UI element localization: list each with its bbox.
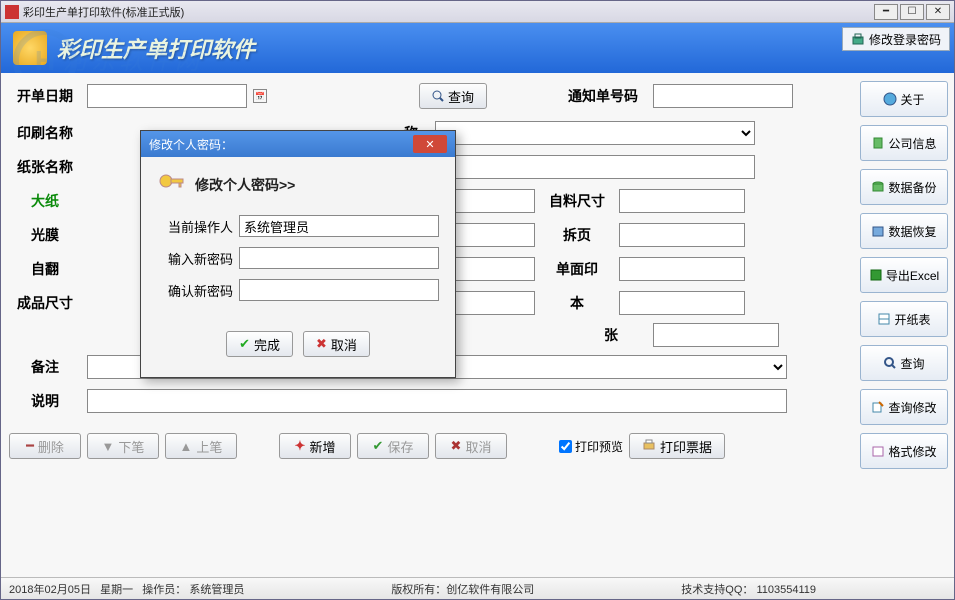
backup-button[interactable]: 数据备份 (860, 169, 948, 205)
calendar-icon[interactable]: 📅 (253, 89, 267, 103)
dialog-ok-button[interactable]: ✔完成 (226, 331, 293, 357)
restore-icon (871, 224, 885, 238)
film-label: 光膜 (9, 225, 81, 245)
delete-button[interactable]: ━删除 (9, 433, 81, 459)
name-combo[interactable] (435, 121, 755, 145)
header-bar: H 河东软件网 彩印生产单打印软件 修改登录密码 (1, 23, 954, 73)
self-flip-label: 自翻 (9, 259, 81, 279)
next-button[interactable]: ▼下笔 (87, 433, 159, 459)
paper-name-label: 纸张名称 (9, 157, 81, 177)
confirm-password-input[interactable] (239, 279, 439, 301)
save-button[interactable]: ✔保存 (357, 433, 429, 459)
status-operator-label: 操作员： (142, 584, 186, 596)
format-edit-button[interactable]: 格式修改 (860, 433, 948, 469)
notice-no-label: 通知单号码 (559, 86, 647, 106)
search-icon (883, 356, 897, 370)
search-icon (432, 90, 444, 102)
date-label: 开单日期 (9, 86, 81, 106)
company-info-button[interactable]: 公司信息 (860, 125, 948, 161)
date-input[interactable] (87, 84, 247, 108)
product-size-label: 成品尺寸 (9, 293, 81, 313)
notice-no-input[interactable] (653, 84, 793, 108)
export-excel-button[interactable]: 导出Excel (860, 257, 948, 293)
status-operator: 系统管理员 (189, 584, 244, 596)
search-button[interactable]: 查询 (419, 83, 487, 109)
side-panel: 关于 公司信息 数据备份 数据恢复 导出Excel 开纸表 (854, 73, 954, 577)
dialog-cancel-button[interactable]: ✖取消 (303, 331, 370, 357)
status-weekday: 星期一 (100, 584, 133, 596)
building-icon (871, 136, 885, 150)
degree-input[interactable] (435, 155, 755, 179)
status-bar: 2018年02月05日 星期一 操作员： 系统管理员 版权所有：创亿软件有限公司… (1, 577, 954, 599)
self-size-label: 自料尺寸 (541, 191, 613, 211)
remark-label: 备注 (9, 357, 81, 377)
query-edit-button[interactable]: 查询修改 (860, 389, 948, 425)
dialog-titlebar[interactable]: 修改个人密码： ✕ (141, 131, 455, 157)
status-date: 2018年02月05日 (9, 584, 91, 596)
app-title: 彩印生产单打印软件 (57, 32, 255, 64)
split-page-input[interactable] (619, 223, 745, 247)
change-password-label: 修改登录密码 (869, 31, 941, 48)
new-password-label: 输入新密码 (157, 249, 233, 268)
sheet-label: 张 (575, 325, 647, 345)
big-paper-label: 大纸 (9, 191, 81, 211)
prev-button[interactable]: ▲上笔 (165, 433, 237, 459)
add-button[interactable]: ✦新增 (279, 433, 351, 459)
print-receipt-button[interactable]: 打印票据 (629, 433, 725, 459)
window-title: 彩印生产单打印软件(标准正式版) (23, 4, 184, 20)
printer-icon (642, 439, 656, 453)
current-operator-input[interactable] (239, 215, 439, 237)
cancel-button[interactable]: ✖取消 (435, 433, 507, 459)
format-icon (871, 444, 885, 458)
dialog-heading: 修改个人密码>> (195, 175, 295, 195)
new-password-input[interactable] (239, 247, 439, 269)
change-password-button[interactable]: 修改登录密码 (842, 27, 950, 51)
restore-button[interactable]: 数据恢复 (860, 213, 948, 249)
print-name-label: 印刷名称 (9, 123, 81, 143)
key-icon (157, 171, 185, 199)
sheet-input[interactable] (653, 323, 779, 347)
book-input[interactable] (619, 291, 745, 315)
excel-icon (869, 268, 883, 282)
query-button[interactable]: 查询 (860, 345, 948, 381)
split-page-label: 拆页 (541, 225, 613, 245)
status-qq-label: 技术支持QQ： (681, 584, 753, 596)
close-button[interactable]: ✕ (926, 4, 950, 20)
single-print-input[interactable] (619, 257, 745, 281)
key-icon (851, 32, 865, 46)
dialog-title: 修改个人密码： (149, 136, 233, 153)
minimize-button[interactable]: ━ (874, 4, 898, 20)
desc-label: 说明 (9, 391, 81, 411)
desc-input[interactable] (87, 389, 787, 413)
status-qq: 1103554119 (756, 584, 816, 596)
dialog-close-button[interactable]: ✕ (413, 135, 447, 153)
app-icon (5, 5, 19, 19)
self-size-input[interactable] (619, 189, 745, 213)
confirm-password-label: 确认新密码 (157, 281, 233, 300)
info-icon (883, 92, 897, 106)
single-print-label: 单面印 (541, 259, 613, 279)
app-logo-icon (13, 31, 47, 65)
about-button[interactable]: 关于 (860, 81, 948, 117)
paper-table-button[interactable]: 开纸表 (860, 301, 948, 337)
print-preview-checkbox[interactable]: 打印预览 (559, 438, 623, 455)
current-operator-label: 当前操作人 (157, 217, 233, 236)
edit-icon (871, 400, 885, 414)
status-copyright: 版权所有：创亿软件有限公司 (391, 581, 534, 597)
database-icon (871, 180, 885, 194)
maximize-button[interactable]: ☐ (900, 4, 924, 20)
window-titlebar: 彩印生产单打印软件(标准正式版) ━ ☐ ✕ (1, 1, 954, 23)
book-label: 本 (541, 293, 613, 313)
table-icon (877, 312, 891, 326)
change-password-dialog: 修改个人密码： ✕ 修改个人密码>> 当前操作人 输入新密码 确认新密码 ✔完成… (140, 130, 456, 378)
